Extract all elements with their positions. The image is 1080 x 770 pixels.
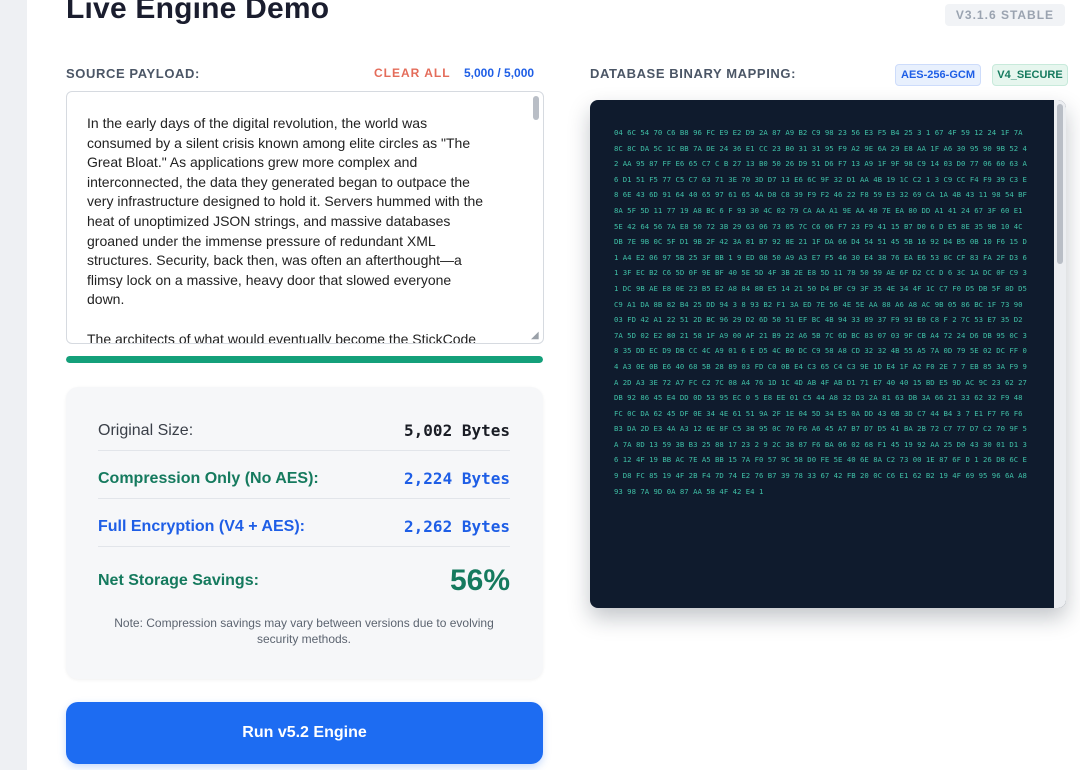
version-tag: V4_SECURE: [992, 64, 1068, 86]
savings-value: 56%: [449, 564, 510, 597]
original-size-value: 5,002 Bytes: [404, 421, 510, 440]
page-title: Live Engine Demo: [66, 0, 330, 25]
hex-dump: 04 6C 54 70 C6 B8 96 FC E9 E2 D9 2A 87 A…: [614, 128, 1027, 496]
version-badge: V3.1.6 STABLE: [945, 4, 1065, 26]
payload-textarea[interactable]: In the early days of the digital revolut…: [66, 91, 544, 344]
character-counter: 5,000 / 5,000: [464, 66, 535, 80]
hex-scrollbar-thumb[interactable]: [1057, 104, 1063, 264]
savings-row: Net Storage Savings: 56%: [98, 559, 510, 603]
cipher-tag: AES-256-GCM: [895, 64, 981, 86]
run-engine-button[interactable]: Run v5.2 Engine: [66, 702, 543, 764]
database-mapping-label: DATABASE BINARY MAPPING:: [590, 66, 797, 81]
resize-grip-icon[interactable]: ◢: [531, 331, 541, 341]
encryption-value: 2,262 Bytes: [404, 517, 510, 536]
page: Live Engine Demo V3.1.6 STABLE SOURCE PA…: [27, 0, 1080, 770]
character-progress-bar: [66, 356, 543, 363]
original-size-row: Original Size: 5,002 Bytes: [98, 411, 510, 451]
original-size-label: Original Size:: [98, 421, 194, 439]
stats-card: Original Size: 5,002 Bytes Compression O…: [66, 387, 543, 679]
compression-value: 2,224 Bytes: [404, 469, 510, 488]
clear-all-button[interactable]: CLEAR ALL: [374, 66, 451, 80]
savings-note: Note: Compression savings may vary betwe…: [114, 616, 494, 646]
payload-text[interactable]: In the early days of the digital revolut…: [87, 114, 507, 343]
compression-label: Compression Only (No AES):: [98, 469, 319, 487]
progress-fill: [66, 356, 543, 363]
encryption-row: Full Encryption (V4 + AES): 2,262 Bytes: [98, 507, 510, 547]
source-payload-label: SOURCE PAYLOAD:: [66, 66, 200, 81]
binary-mapping-panel: 04 6C 54 70 C6 B8 96 FC E9 E2 D9 2A 87 A…: [590, 100, 1066, 608]
hex-scrollbar[interactable]: [1054, 100, 1066, 608]
compression-row: Compression Only (No AES): 2,224 Bytes: [98, 459, 510, 499]
savings-label: Net Storage Savings:: [98, 572, 259, 589]
encryption-label: Full Encryption (V4 + AES):: [98, 517, 305, 535]
payload-scrollbar[interactable]: [533, 96, 539, 120]
